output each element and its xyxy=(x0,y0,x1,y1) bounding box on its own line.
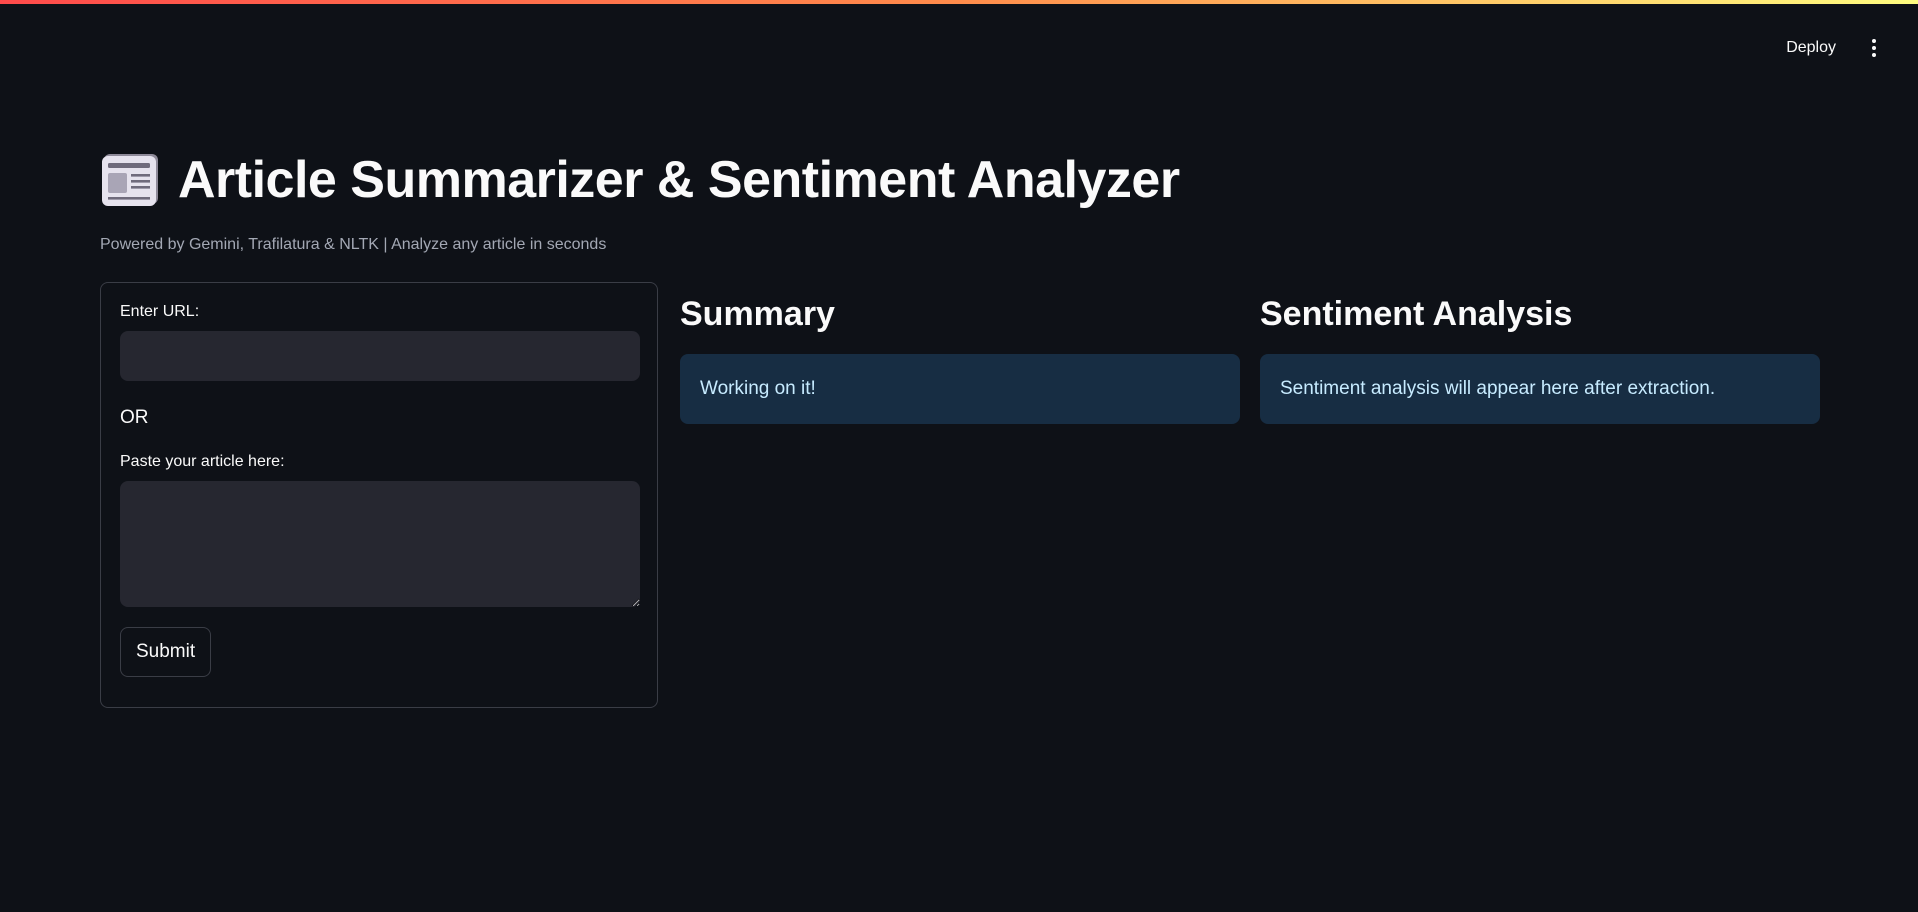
url-input[interactable] xyxy=(120,331,640,381)
kebab-menu-icon[interactable] xyxy=(1860,30,1888,66)
summary-status-box: Working on it! xyxy=(680,354,1240,424)
newspaper-icon xyxy=(102,154,158,206)
or-separator: OR xyxy=(120,407,149,428)
sentiment-status-box: Sentiment analysis will appear here afte… xyxy=(1260,354,1820,424)
page-subtitle: Powered by Gemini, Trafilatura & NLTK | … xyxy=(100,236,607,253)
page-title: Article Summarizer & Sentiment Analyzer xyxy=(178,151,1180,209)
article-label: Paste your article here: xyxy=(120,453,285,470)
summary-heading: Summary xyxy=(680,295,835,333)
top-decoration-stripe xyxy=(0,0,1918,4)
sentiment-column: Sentiment Analysis Sentiment analysis wi… xyxy=(1260,292,1820,424)
summary-column: Summary Working on it! xyxy=(680,292,1240,424)
page-header: Article Summarizer & Sentiment Analyzer xyxy=(100,148,1180,212)
app-toolbar: Deploy xyxy=(1776,30,1888,66)
deploy-button[interactable]: Deploy xyxy=(1776,33,1846,63)
article-input-form: Enter URL: OR Paste your article here: S… xyxy=(100,282,658,708)
submit-button[interactable]: Submit xyxy=(120,627,212,677)
article-textarea[interactable] xyxy=(120,481,640,607)
sentiment-heading: Sentiment Analysis xyxy=(1260,295,1573,333)
url-label: Enter URL: xyxy=(120,303,200,320)
